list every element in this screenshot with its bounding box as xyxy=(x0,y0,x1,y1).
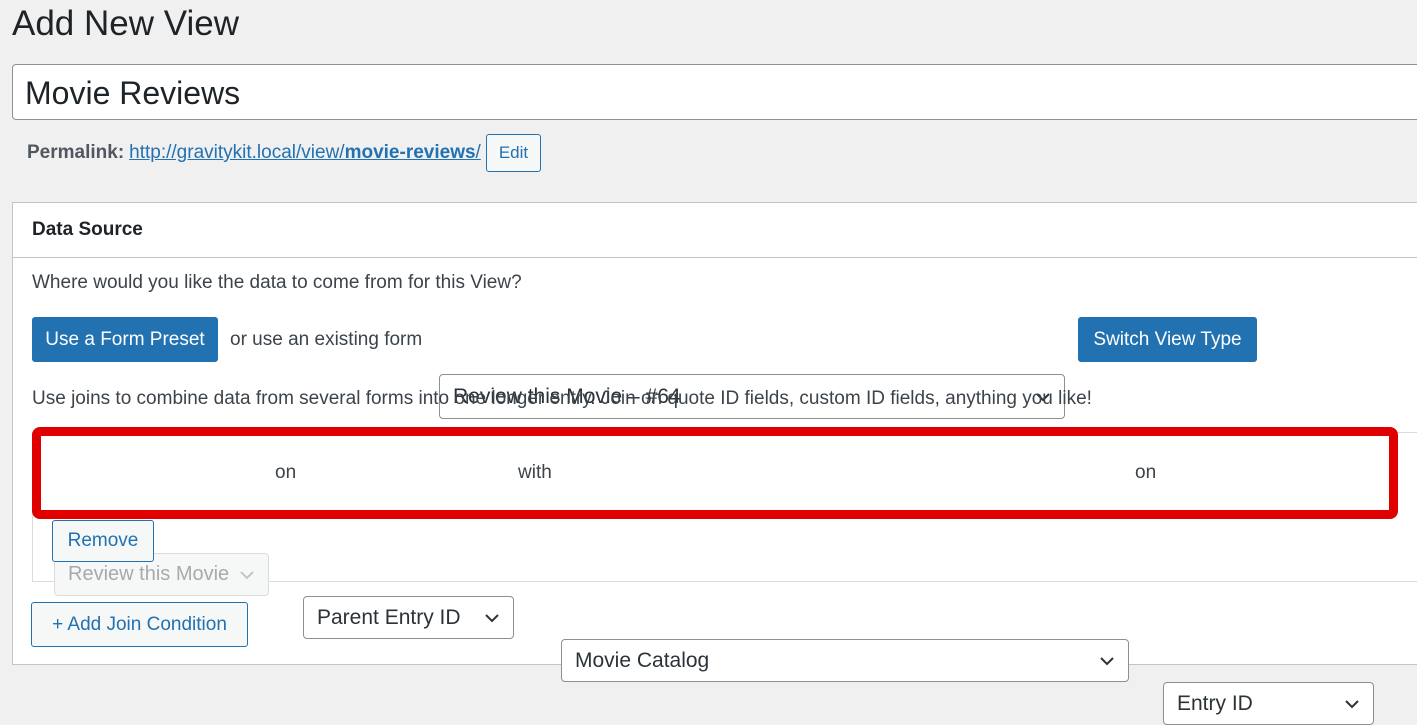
chevron-down-icon xyxy=(1100,656,1114,665)
permalink-row: Permalink: http://gravitykit.local/view/… xyxy=(27,134,542,172)
join-field-a-select[interactable]: Parent Entry ID xyxy=(303,596,514,639)
join-field-a-value: Parent Entry ID xyxy=(317,605,461,629)
join-form-b-value: Movie Catalog xyxy=(575,648,710,672)
permalink-edit-button[interactable]: Edit xyxy=(485,134,542,172)
use-form-preset-button[interactable]: Use a Form Preset xyxy=(32,317,218,362)
join-form-a-value: Review this Movie xyxy=(68,563,230,585)
join-form-b-select[interactable]: Movie Catalog xyxy=(561,639,1129,682)
data-source-question: Where would you like the data to come fr… xyxy=(32,272,522,293)
permalink-label: Permalink: xyxy=(27,142,125,163)
join-field-b-value: Entry ID xyxy=(1177,691,1253,715)
permalink-url-suffix: / xyxy=(475,142,481,163)
joins-help-text: Use joins to combine data from several f… xyxy=(32,388,1092,409)
permalink-url-slug: movie-reviews xyxy=(344,142,476,163)
chevron-down-icon xyxy=(1345,699,1359,708)
join-field-b-select[interactable]: Entry ID xyxy=(1163,682,1374,725)
permalink-url-prefix: http://gravitykit.local/view/ xyxy=(129,142,345,163)
add-join-condition-button[interactable]: + Add Join Condition xyxy=(31,602,248,647)
switch-view-type-button[interactable]: Switch View Type xyxy=(1078,317,1257,362)
or-existing-form-label: or use an existing form xyxy=(230,329,423,350)
chevron-down-icon xyxy=(240,570,254,579)
page-title: Add New View xyxy=(12,4,239,43)
chevron-down-icon xyxy=(485,613,499,622)
data-source-panel: Data Source Where would you like the dat… xyxy=(12,202,1417,725)
remove-join-button[interactable]: Remove xyxy=(52,520,154,562)
join-condition-highlight xyxy=(32,427,1398,519)
permalink-link[interactable]: http://gravitykit.local/view/movie-revie… xyxy=(129,142,481,164)
data-source-header: Data Source xyxy=(13,203,1417,258)
view-title-input[interactable]: Movie Reviews xyxy=(12,64,1417,120)
